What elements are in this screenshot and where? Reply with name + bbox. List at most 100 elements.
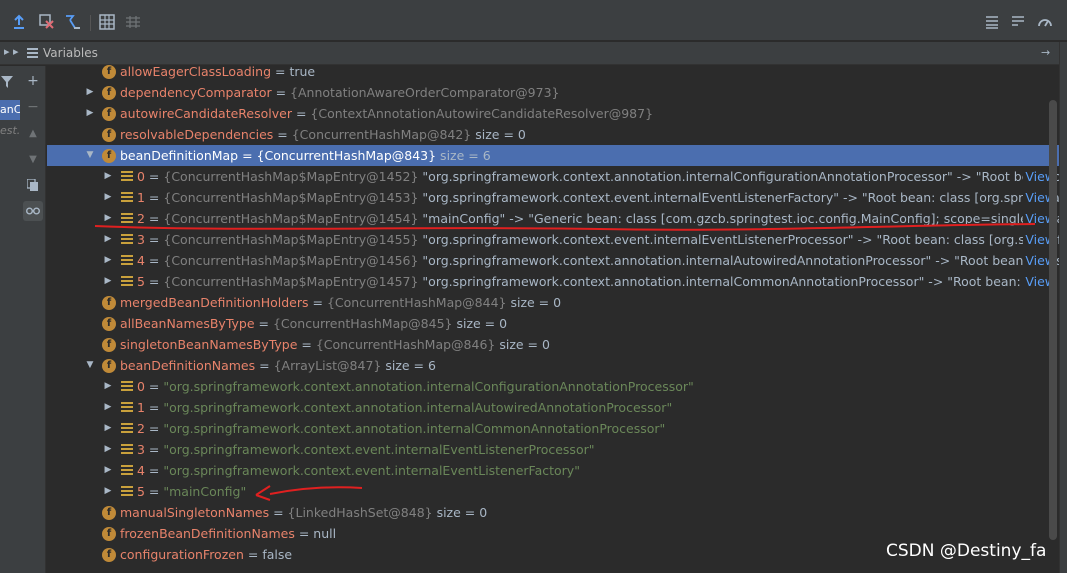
filter-icon[interactable] <box>1 76 13 88</box>
equals-sign: = <box>238 148 257 163</box>
variable-name: singletonBeanNamesByType <box>120 337 298 352</box>
field-icon: f <box>102 338 116 352</box>
variable-row[interactable]: f allBeanNamesByType = {ConcurrentHashMap… <box>47 313 1059 334</box>
expand-arrow-icon[interactable]: ▶ <box>102 187 114 208</box>
variable-name: 5 <box>137 484 145 499</box>
field-icon: f <box>102 317 116 331</box>
restore-layout-icon[interactable] <box>1009 13 1027 31</box>
object-reference: {ConcurrentHashMap$MapEntry@1453} <box>163 190 419 205</box>
expand-arrow-icon[interactable]: ▶ <box>102 208 114 229</box>
expand-arrow-icon[interactable]: ▶ <box>102 229 114 250</box>
entry-row[interactable]: ▶ 4 = "org.springframework.context.event.… <box>47 460 1059 481</box>
expand-arrow-icon[interactable]: ▶ <box>102 481 114 502</box>
vertical-scrollbar[interactable] <box>1049 100 1057 540</box>
collapse-arrows-icon[interactable]: ▸ ▸ <box>4 45 19 58</box>
field-icon: f <box>102 548 116 562</box>
expand-arrow-icon[interactable]: ▶ <box>102 250 114 271</box>
equals-sign: = <box>144 232 164 247</box>
field-icon: f <box>102 149 116 163</box>
expand-arrow-icon[interactable]: ▶ <box>102 418 114 439</box>
entry-row[interactable]: ▶ 4 = {ConcurrentHashMap$MapEntry@1456} "… <box>47 250 1059 271</box>
variable-text: beanDefinitionMap = {ConcurrentHashMap@8… <box>120 145 491 166</box>
pin-panel-icon[interactable]: → <box>1041 46 1050 59</box>
toolbar-separator <box>90 15 91 31</box>
variable-text: 5 = {ConcurrentHashMap$MapEntry@1457} "o… <box>137 271 1059 292</box>
variable-row[interactable]: f singletonBeanNamesByType = {ConcurrentH… <box>47 334 1059 355</box>
expand-arrow-icon[interactable]: ▶ <box>102 166 114 187</box>
object-reference: {ConcurrentHashMap$MapEntry@1452} <box>163 169 419 184</box>
entry-row[interactable]: ▶ 1 = {ConcurrentHashMap$MapEntry@1453} "… <box>47 187 1059 208</box>
equals-sign: = <box>271 85 291 100</box>
move-up-icon[interactable]: ▲ <box>23 123 43 143</box>
variable-row[interactable]: ▼ f beanDefinitionNames = {ArrayList@847} … <box>47 355 1059 376</box>
collapse-arrow-icon[interactable]: ▼ <box>84 355 96 376</box>
variable-row[interactable]: ▼ f beanDefinitionMap = {ConcurrentHashMap… <box>47 145 1059 166</box>
variable-text: 3 = "org.springframework.context.event.i… <box>137 439 595 460</box>
trace-icon[interactable] <box>124 13 142 31</box>
show-watches-icon[interactable] <box>23 201 43 221</box>
variable-row[interactable]: f allowEagerClassLoading = true <box>47 61 1059 82</box>
expand-arrow-icon[interactable]: ▶ <box>102 439 114 460</box>
entry-row[interactable]: ▶ 3 = {ConcurrentHashMap$MapEntry@1455} "… <box>47 229 1059 250</box>
variable-row[interactable]: ▶ f dependencyComparator = {AnnotationAwar… <box>47 82 1059 103</box>
variable-name: 4 <box>137 463 145 478</box>
settings-list-icon[interactable] <box>983 13 1001 31</box>
field-icon: f <box>102 65 116 79</box>
string-value: "org.springframework.context.annotation.… <box>163 379 694 394</box>
expand-arrow-icon[interactable]: ▶ <box>102 397 114 418</box>
variable-value: size = 0 <box>506 295 562 310</box>
add-watch-icon[interactable]: + <box>23 71 43 91</box>
collapse-arrow-icon[interactable]: ▼ <box>84 145 96 166</box>
entry-row[interactable]: ▶ 2 = {ConcurrentHashMap$MapEntry@1454} "… <box>47 208 1059 229</box>
evaluate-expression-icon[interactable] <box>98 13 116 31</box>
expand-arrow-icon[interactable]: ▶ <box>84 82 96 103</box>
equals-sign: = <box>273 127 292 142</box>
equals-sign: = <box>144 421 164 436</box>
move-down-icon[interactable]: ▼ <box>23 149 43 169</box>
memory-gauge-icon[interactable] <box>1036 13 1054 31</box>
entry-row[interactable]: ▶ 1 = "org.springframework.context.annota… <box>47 397 1059 418</box>
equals-sign: = <box>144 442 164 457</box>
variable-row[interactable]: f manualSingletonNames = {LinkedHashSet@8… <box>47 502 1059 523</box>
variables-title: Variables <box>43 46 98 60</box>
variable-value: size = 0 <box>432 505 488 520</box>
variable-name: 4 <box>137 253 145 268</box>
variable-text: allowEagerClassLoading = true <box>120 61 315 82</box>
expand-arrow-icon[interactable]: ▶ <box>84 103 96 124</box>
variable-name: frozenBeanDefinitionNames <box>120 526 295 541</box>
entry-row[interactable]: ▶ 2 = "org.springframework.context.annota… <box>47 418 1059 439</box>
entry-row[interactable]: ▶ 3 = "org.springframework.context.event.… <box>47 439 1059 460</box>
variable-value: size = 6 <box>381 358 436 373</box>
variable-text: 0 = {ConcurrentHashMap$MapEntry@1452} "o… <box>137 166 1059 187</box>
array-entry-icon <box>121 381 133 392</box>
field-icon: f <box>102 86 116 100</box>
entry-row[interactable]: ▶ 5 = "mainConfig" <box>47 481 1059 502</box>
array-entry-icon <box>121 486 133 497</box>
expand-arrow-icon[interactable]: ▶ <box>102 376 114 397</box>
expand-arrow-icon[interactable]: ▶ <box>102 460 114 481</box>
entry-row[interactable]: ▶ 5 = {ConcurrentHashMap$MapEntry@1457} "… <box>47 271 1059 292</box>
variable-name: 0 <box>137 379 145 394</box>
variable-row[interactable]: f resolvableDependencies = {ConcurrentHas… <box>47 124 1059 145</box>
run-to-cursor-icon[interactable] <box>64 13 82 31</box>
variable-text: manualSingletonNames = {LinkedHashSet@84… <box>120 502 487 523</box>
selected-frame-item[interactable]: anCo <box>0 100 20 120</box>
drop-frame-icon[interactable] <box>38 13 56 31</box>
entry-row[interactable]: ▶ 0 = {ConcurrentHashMap$MapEntry@1452} "… <box>47 166 1059 187</box>
object-reference: {ArrayList@847} <box>273 358 382 373</box>
remove-watch-icon[interactable]: − <box>23 97 43 117</box>
equals-sign: = <box>291 106 311 121</box>
variable-row[interactable]: f mergedBeanDefinitionHolders = {Concurre… <box>47 292 1059 313</box>
step-out-icon[interactable] <box>10 13 28 31</box>
array-entry-icon <box>121 171 133 182</box>
array-entry-icon <box>121 255 133 266</box>
expand-arrow-icon[interactable]: ▶ <box>102 271 114 292</box>
variable-name: 2 <box>137 211 145 226</box>
copy-icon[interactable] <box>23 175 43 195</box>
debugger-toolbar <box>0 0 1067 41</box>
string-value: "org.springframework.context.event.inter… <box>163 442 595 457</box>
variable-value: size = 6 <box>436 148 491 163</box>
variable-text: allBeanNamesByType = {ConcurrentHashMap@… <box>120 313 507 334</box>
variable-row[interactable]: ▶ f autowireCandidateResolver = {ContextAn… <box>47 103 1059 124</box>
entry-row[interactable]: ▶ 0 = "org.springframework.context.annota… <box>47 376 1059 397</box>
